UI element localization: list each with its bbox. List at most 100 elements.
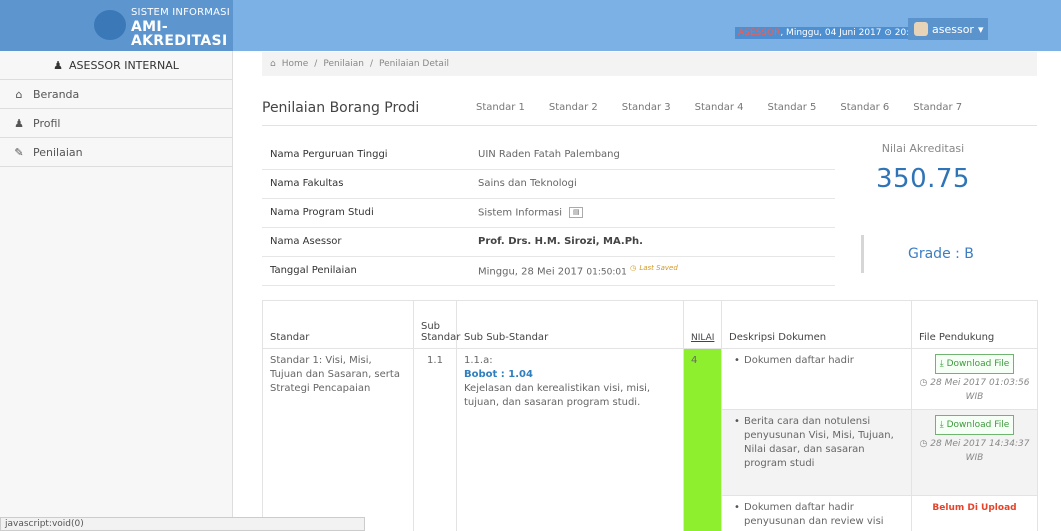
page-title: Penilaian Borang Prodi — [262, 100, 420, 116]
tab-standar-1[interactable]: Standar 1 — [466, 102, 537, 113]
info-value: Prof. Drs. H.M. Sirozi, MA.Ph. — [478, 227, 835, 257]
role-label: ASESSOR — [738, 28, 781, 38]
table-row: Standar 1: Visi, Misi, Tujuan dan Sasara… — [262, 348, 1038, 531]
home-icon: ⌂ — [270, 59, 276, 69]
timestamp-text: 28 Mei 2017 14:34:37 WIB — [930, 439, 1030, 463]
divider — [262, 125, 1037, 126]
score-value: 350.75 — [876, 164, 970, 194]
info-key: Nama Asessor — [262, 227, 478, 257]
download-icon: ⤓ — [939, 359, 944, 369]
info-value-cell: Minggu, 28 Mei 2017 01:50:01 ◷ Last Save… — [478, 256, 835, 286]
sidebar-item-beranda[interactable]: ⌂ Beranda — [0, 80, 232, 109]
file-cell: ⤓ Download File ◷ 28 Mei 2017 01:03:56 W… — [911, 348, 1038, 410]
sub-standar-cell: 1.1 — [413, 348, 457, 531]
table-row: Nama Fakultas Sains dan Teknologi — [262, 169, 835, 199]
info-table: Nama Perguruan Tinggi UIN Raden Fatah Pa… — [262, 140, 835, 286]
last-saved-note: Last Saved — [639, 263, 678, 272]
download-label: Download File — [946, 420, 1010, 430]
browser-status-url: javascript:void(0) — [0, 517, 365, 531]
clock-icon: ◷ — [919, 439, 928, 449]
file-cell: ⤓ Download File ◷ 28 Mei 2017 14:34:37 W… — [911, 409, 1038, 496]
home-icon: ⌂ — [15, 87, 23, 101]
info-value-cell: Sistem Informasi ▤ — [478, 198, 835, 228]
col-standar: Standar — [262, 300, 414, 349]
info-key: Tanggal Penilaian — [262, 256, 478, 286]
file-cell: Belum Di Upload — [911, 495, 1038, 531]
info-value: UIN Raden Fatah Palembang — [478, 140, 835, 170]
table-row: Nama Program Studi Sistem Informasi ▤ — [262, 198, 835, 228]
download-icon: ⤓ — [939, 420, 944, 430]
sidebar: ♟ ASESSOR INTERNAL ⌂ Beranda ♟ Profil ✎ … — [0, 51, 233, 517]
app-title: SISTEM INFORMASI AMI-AKREDITASI — [131, 6, 233, 48]
uin-logo-icon — [94, 10, 126, 40]
avatar — [914, 22, 928, 36]
download-label: Download File — [946, 359, 1010, 369]
col-nilai: NILAI — [683, 300, 722, 349]
table-header-row: Standar Sub Standar Sub Sub-Standar NILA… — [262, 300, 1038, 349]
download-file-button[interactable]: ⤓ Download File — [934, 415, 1015, 435]
upload-status: Belum Di Upload — [932, 503, 1017, 513]
sidebar-title-text: ASESSOR INTERNAL — [68, 58, 179, 72]
breadcrumb-current: Penilaian Detail — [378, 59, 449, 69]
table-row: Nama Perguruan Tinggi UIN Raden Fatah Pa… — [262, 140, 835, 170]
sidebar-title: ♟ ASESSOR INTERNAL — [0, 51, 232, 80]
breadcrumb-penilaian[interactable]: Penilaian — [323, 59, 364, 69]
col-sub-standar: Sub Standar — [413, 300, 460, 349]
col-sub-sub-standar: Sub Sub-Standar — [456, 300, 684, 349]
nilai-header[interactable]: NILAI — [691, 333, 714, 343]
doc-description: Dokumen daftar hadir penyusunan dan revi… — [721, 495, 912, 531]
sidebar-item-profil[interactable]: ♟ Profil — [0, 109, 232, 138]
grade-label: Grade : B — [908, 246, 974, 262]
standar-tabs: Standar 1 Standar 2 Standar 3 Standar 4 … — [466, 102, 974, 113]
breadcrumb-separator: / — [314, 59, 318, 69]
score-label: Nilai Akreditasi — [881, 142, 965, 155]
info-key: Nama Program Studi — [262, 198, 478, 228]
nilai-cell[interactable]: 4 — [683, 348, 722, 531]
tab-standar-7[interactable]: Standar 7 — [901, 102, 974, 113]
app-subtitle: SISTEM INFORMASI — [131, 7, 230, 18]
criterion-text: Kejelasan dan kerealistikan visi, misi, … — [464, 383, 651, 408]
info-value: Sistem Informasi — [478, 207, 563, 219]
doc-description: Dokumen daftar hadir — [721, 348, 912, 410]
criterion-code: 1.1.a: — [464, 355, 493, 366]
info-key: Nama Fakultas — [262, 169, 478, 199]
tab-standar-4[interactable]: Standar 4 — [683, 102, 756, 113]
download-file-button[interactable]: ⤓ Download File — [934, 354, 1015, 374]
bobot-label: Bobot : 1.04 — [464, 369, 533, 380]
info-value: Minggu, 28 Mei 2017 — [478, 266, 584, 278]
user-icon: ♟ — [53, 58, 63, 72]
grade-divider — [861, 235, 864, 273]
assessment-table: Standar Sub Standar Sub Sub-Standar NILA… — [262, 300, 1038, 531]
breadcrumb-home[interactable]: Home — [282, 59, 309, 69]
standar-cell: Standar 1: Visi, Misi, Tujuan dan Sasara… — [262, 348, 414, 531]
col-file: File Pendukung — [911, 300, 1038, 349]
clock-icon: ◷ — [919, 378, 928, 388]
sidebar-item-label: Profil — [33, 116, 61, 130]
info-value: Sains dan Teknologi — [478, 169, 835, 199]
info-key: Nama Perguruan Tinggi — [262, 140, 478, 170]
sidebar-item-label: Beranda — [33, 87, 80, 101]
caret-down-icon: ▾ — [977, 22, 984, 36]
brand[interactable]: SISTEM INFORMASI AMI-AKREDITASI — [0, 0, 233, 51]
upload-timestamp: ◷ 28 Mei 2017 14:34:37 WIB — [919, 437, 1030, 465]
id-card-icon[interactable]: ▤ — [569, 206, 584, 218]
timestamp-text: 28 Mei 2017 01:03:56 WIB — [930, 378, 1030, 402]
app-name: AMI-AKREDITASI — [131, 19, 228, 49]
breadcrumb: ⌂ Home / Penilaian / Penilaian Detail — [262, 52, 1037, 76]
sidebar-item-penilaian[interactable]: ✎ Penilaian — [0, 138, 232, 167]
username: asessor — [932, 22, 974, 36]
breadcrumb-separator: / — [369, 59, 373, 69]
tab-standar-3[interactable]: Standar 3 — [610, 102, 683, 113]
clock-icon: ◷ — [630, 263, 637, 272]
upload-timestamp: ◷ 28 Mei 2017 01:03:56 WIB — [919, 376, 1030, 404]
save-time: 01:50:01 — [586, 267, 627, 278]
user-menu-button[interactable]: asessor ▾ — [908, 18, 988, 40]
col-deskripsi: Deskripsi Dokumen — [721, 300, 912, 349]
tab-standar-6[interactable]: Standar 6 — [828, 102, 901, 113]
table-row: Nama Asessor Prof. Drs. H.M. Sirozi, MA.… — [262, 227, 835, 257]
tab-standar-5[interactable]: Standar 5 — [756, 102, 829, 113]
tab-standar-2[interactable]: Standar 2 — [537, 102, 610, 113]
user-icon: ♟ — [14, 116, 24, 130]
doc-description: Berita cara dan notulensi penyusunan Vis… — [721, 409, 912, 496]
table-row: Tanggal Penilaian Minggu, 28 Mei 2017 01… — [262, 256, 835, 286]
